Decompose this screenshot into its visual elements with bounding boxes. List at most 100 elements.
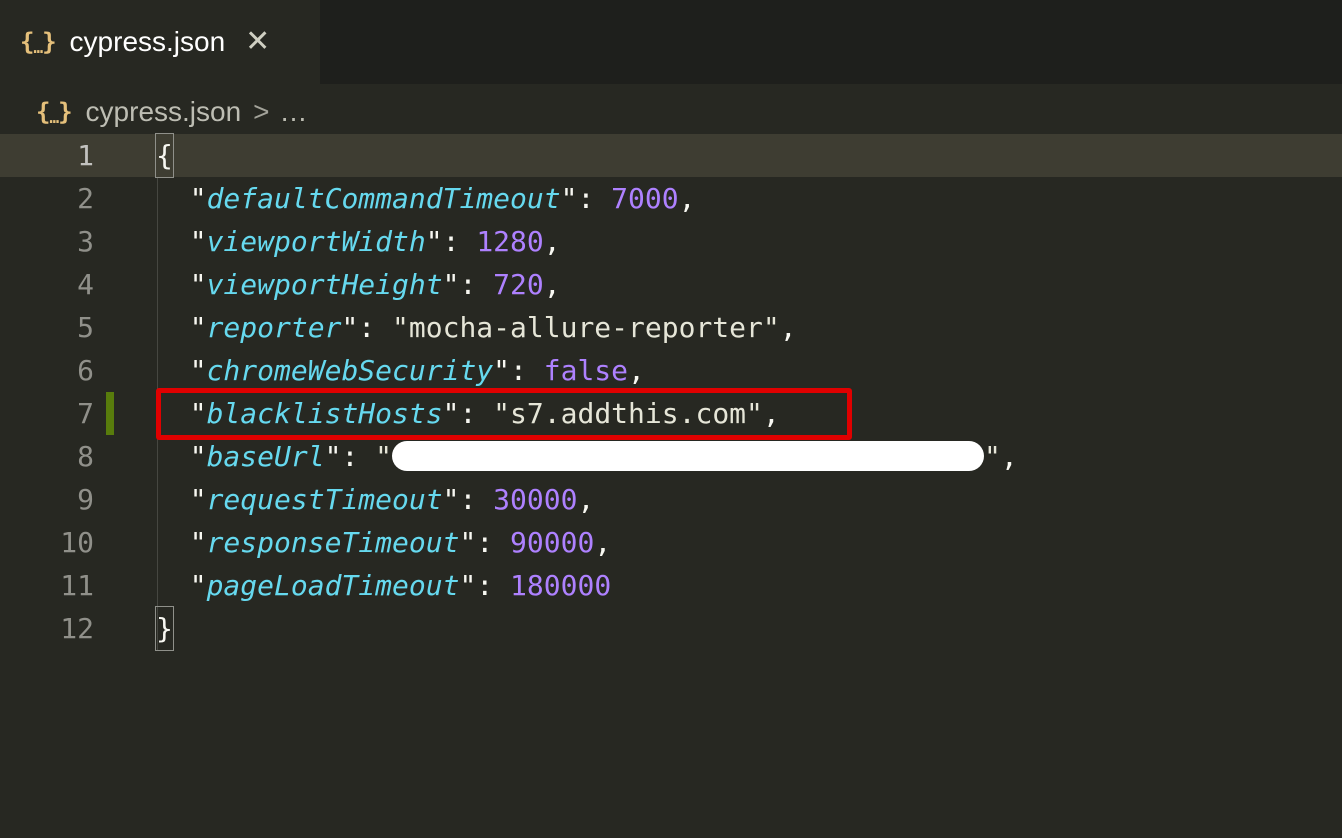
quote: " bbox=[189, 440, 207, 473]
modified-line-marker bbox=[106, 392, 114, 435]
code-line[interactable]: 12} bbox=[0, 606, 1342, 651]
json-key: pageLoadTimeout bbox=[206, 569, 460, 602]
line-number: 1 bbox=[77, 139, 94, 172]
code-content: "pageLoadTimeout": 180000 bbox=[156, 564, 611, 607]
json-key: chromeWebSecurity bbox=[206, 354, 494, 387]
quote: " bbox=[762, 311, 780, 344]
line-number: 10 bbox=[60, 526, 94, 559]
quote: " bbox=[442, 268, 460, 301]
code-line[interactable]: 5 "reporter": "mocha-allure-reporter", bbox=[0, 306, 1342, 349]
code-content: "viewportWidth": 1280, bbox=[156, 220, 561, 263]
json-number-value: 90000 bbox=[510, 526, 595, 559]
json-key: requestTimeout bbox=[206, 483, 443, 516]
json-number-value: 1280 bbox=[476, 225, 544, 258]
quote: " bbox=[324, 440, 342, 473]
quote: " bbox=[560, 182, 578, 215]
highlight-annotation-box bbox=[156, 388, 852, 440]
code-line[interactable]: 4 "viewportHeight": 720, bbox=[0, 263, 1342, 306]
line-number: 9 bbox=[77, 483, 94, 516]
json-number-value: 30000 bbox=[493, 483, 578, 516]
line-number: 12 bbox=[60, 612, 94, 645]
code-line[interactable]: 11 "pageLoadTimeout": 180000 bbox=[0, 564, 1342, 607]
comma: , bbox=[543, 225, 561, 258]
json-number-value: 180000 bbox=[510, 569, 612, 602]
line-number: 2 bbox=[77, 182, 94, 215]
quote: " bbox=[189, 182, 207, 215]
breadcrumb: {…} cypress.json > … bbox=[36, 90, 308, 134]
tab-cypress-json[interactable]: {…} cypress.json ✕ bbox=[0, 0, 320, 84]
quote: " bbox=[189, 268, 207, 301]
line-number: 11 bbox=[60, 569, 94, 602]
code-editor[interactable]: 1{2 "defaultCommandTimeout": 7000, 3 "vie… bbox=[0, 133, 1342, 838]
comma: , bbox=[543, 268, 561, 301]
code-content: "baseUrl": " ", bbox=[156, 435, 1018, 478]
code-content: "chromeWebSecurity": false, bbox=[156, 349, 645, 392]
colon: : bbox=[442, 225, 477, 258]
json-key: reporter bbox=[206, 311, 342, 344]
quote: " bbox=[459, 526, 477, 559]
close-icon[interactable]: ✕ bbox=[245, 27, 270, 57]
code-line[interactable]: 10 "responseTimeout": 90000, bbox=[0, 521, 1342, 564]
redacted-value bbox=[392, 441, 985, 471]
quote: " bbox=[189, 483, 207, 516]
json-key: viewportWidth bbox=[206, 225, 426, 258]
comma: , bbox=[678, 182, 696, 215]
code-line[interactable]: 2 "defaultCommandTimeout": 7000, bbox=[0, 177, 1342, 220]
chevron-right-icon: > bbox=[253, 96, 270, 127]
json-key: viewportHeight bbox=[206, 268, 443, 301]
json-boolean-value: false bbox=[543, 354, 629, 387]
quote: " bbox=[189, 526, 207, 559]
line-number: 3 bbox=[77, 225, 94, 258]
code-content: "requestTimeout": 30000, bbox=[156, 478, 595, 521]
colon: : bbox=[476, 526, 511, 559]
code-content: "reporter": "mocha-allure-reporter", bbox=[156, 306, 797, 349]
open-brace: { bbox=[155, 133, 174, 178]
colon: : bbox=[459, 268, 494, 301]
code-line[interactable]: 3 "viewportWidth": 1280, bbox=[0, 220, 1342, 263]
quote: " bbox=[189, 311, 207, 344]
code-content: "responseTimeout": 90000, bbox=[156, 521, 611, 564]
quote: " bbox=[425, 225, 443, 258]
code-content: "viewportHeight": 720, bbox=[156, 263, 561, 306]
quote: " bbox=[375, 440, 393, 473]
quote: " bbox=[984, 440, 1001, 473]
colon: : bbox=[577, 182, 612, 215]
json-braces-icon: {…} bbox=[36, 98, 73, 127]
breadcrumb-more[interactable]: … bbox=[280, 96, 308, 128]
code-content: "defaultCommandTimeout": 7000, bbox=[156, 177, 696, 220]
line-number: 4 bbox=[77, 268, 94, 301]
quote: " bbox=[189, 354, 207, 387]
code-content: } bbox=[155, 606, 174, 651]
colon: : bbox=[510, 354, 544, 387]
quote: " bbox=[442, 483, 460, 516]
code-line[interactable]: 8 "baseUrl": " ", bbox=[0, 435, 1342, 478]
quote: " bbox=[341, 311, 359, 344]
json-number-value: 7000 bbox=[611, 182, 679, 215]
code-line[interactable]: 6 "chromeWebSecurity": false, bbox=[0, 349, 1342, 392]
comma: , bbox=[628, 354, 645, 387]
comma: , bbox=[577, 483, 595, 516]
code-line[interactable]: 1{ bbox=[0, 133, 1342, 178]
json-key: baseUrl bbox=[206, 440, 325, 473]
code-content: { bbox=[155, 133, 174, 178]
colon: : bbox=[476, 569, 511, 602]
line-number: 7 bbox=[77, 397, 94, 430]
line-number: 5 bbox=[77, 311, 94, 344]
comma: , bbox=[594, 526, 612, 559]
json-string-value: mocha-allure-reporter bbox=[408, 311, 763, 344]
json-key: defaultCommandTimeout bbox=[206, 182, 561, 215]
comma: , bbox=[1000, 440, 1018, 473]
close-brace: } bbox=[155, 606, 174, 651]
comma: , bbox=[779, 311, 797, 344]
tab-bar: {…} cypress.json ✕ bbox=[0, 0, 1342, 84]
quote: " bbox=[189, 569, 207, 602]
breadcrumb-file[interactable]: cypress.json bbox=[86, 96, 242, 128]
code-line[interactable]: 9 "requestTimeout": 30000, bbox=[0, 478, 1342, 521]
quote: " bbox=[459, 569, 477, 602]
quote: " bbox=[189, 225, 207, 258]
colon: : bbox=[341, 440, 376, 473]
quote: " bbox=[392, 311, 409, 344]
line-number: 6 bbox=[77, 354, 94, 387]
quote: " bbox=[493, 354, 511, 387]
json-number-value: 720 bbox=[493, 268, 544, 301]
